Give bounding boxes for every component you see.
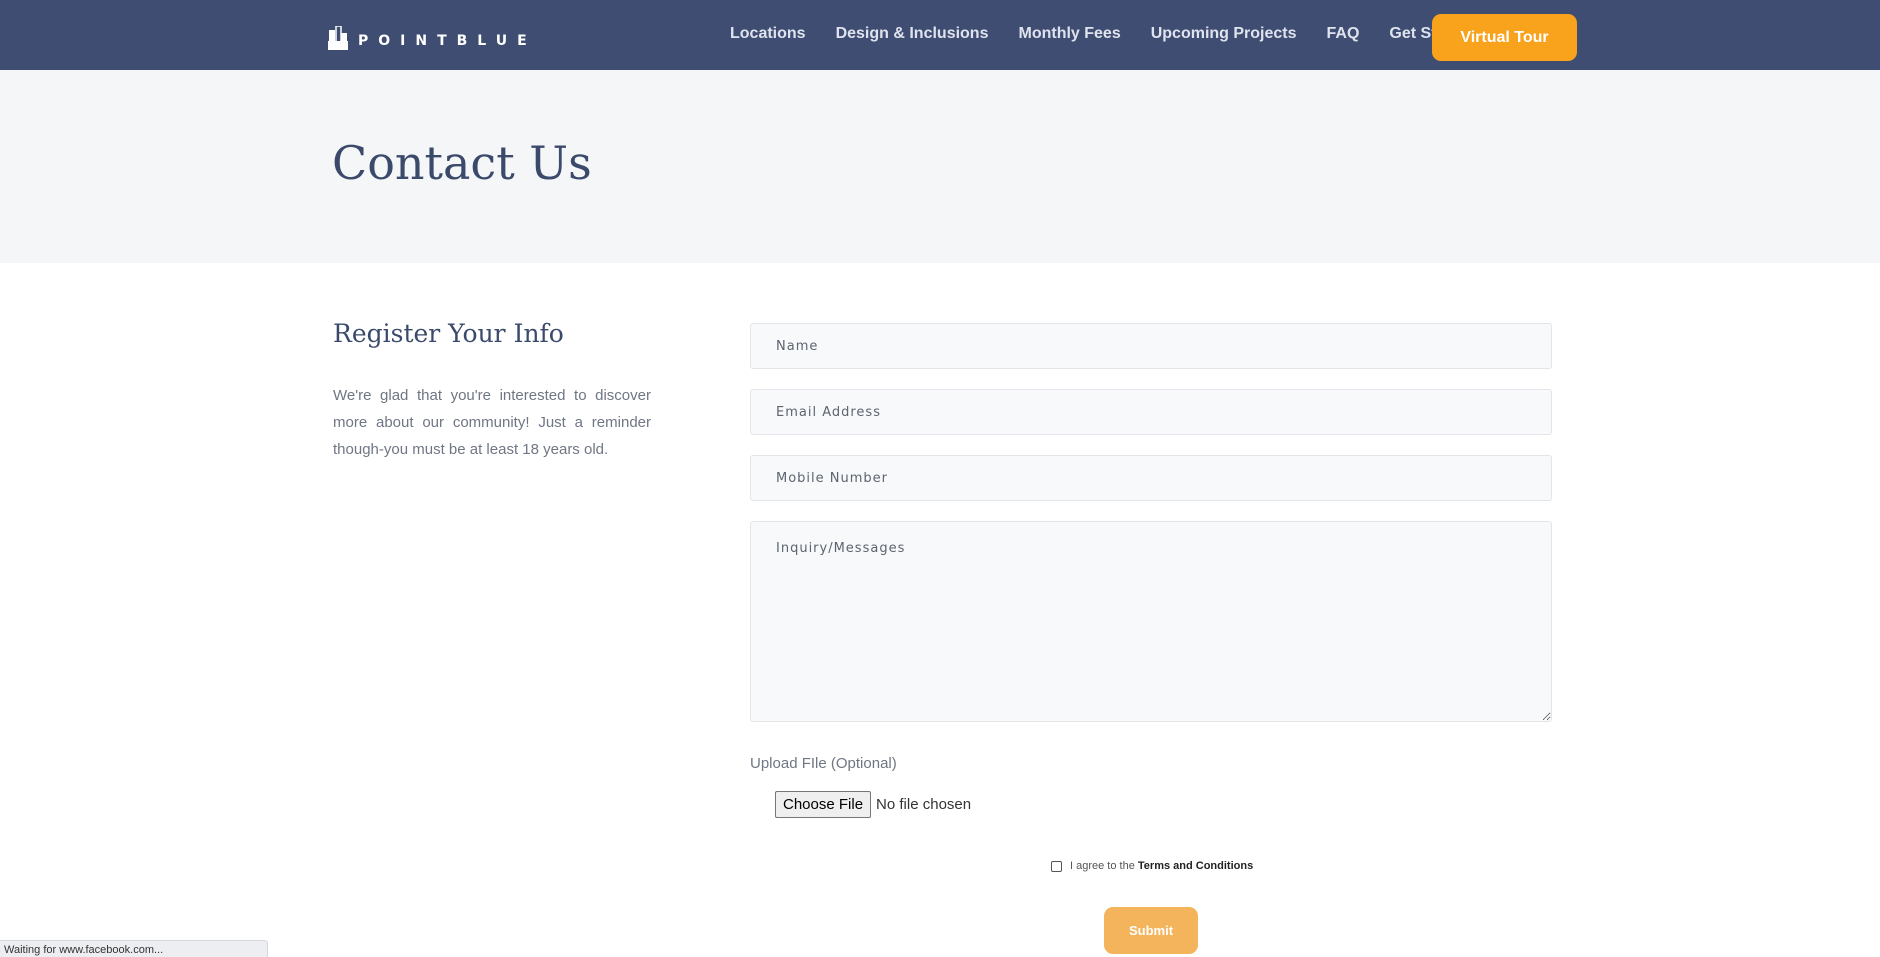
page-hero: Contact Us bbox=[0, 70, 1880, 263]
register-description: We're glad that you're interested to dis… bbox=[333, 387, 651, 458]
terms-link[interactable]: Terms and Conditions bbox=[1138, 860, 1253, 872]
nav-link-design-inclusions[interactable]: Design & Inclusions bbox=[836, 25, 989, 43]
nav-menu: Locations Design & Inclusions Monthly Fe… bbox=[730, 0, 1476, 70]
logo-text: POINTBLUE bbox=[358, 33, 537, 49]
upload-label: Upload FIle (Optional) bbox=[750, 755, 897, 772]
message-field[interactable] bbox=[750, 521, 1552, 722]
site-logo[interactable]: POINTBLUE bbox=[328, 22, 537, 50]
page-title: Contact Us bbox=[332, 136, 592, 190]
nav-link-upcoming-projects[interactable]: Upcoming Projects bbox=[1151, 25, 1297, 43]
file-status: No file chosen bbox=[876, 796, 972, 813]
building-logo-icon bbox=[328, 26, 348, 50]
mobile-field[interactable] bbox=[750, 455, 1552, 501]
name-field[interactable] bbox=[750, 323, 1552, 369]
email-field[interactable] bbox=[750, 389, 1552, 435]
terms-prefix: I agree to the bbox=[1070, 860, 1138, 872]
register-heading: Register Your Info bbox=[333, 319, 564, 348]
file-upload: Choose File No file chosen bbox=[775, 791, 971, 818]
terms-row: I agree to the Terms and Conditions bbox=[1051, 858, 1253, 874]
nav-link-faq[interactable]: FAQ bbox=[1327, 25, 1360, 43]
top-navbar: POINTBLUE Locations Design & Inclusions … bbox=[0, 0, 1880, 70]
nav-link-locations[interactable]: Locations bbox=[730, 25, 806, 43]
submit-button[interactable]: Submit bbox=[1104, 907, 1198, 954]
virtual-tour-button[interactable]: Virtual Tour bbox=[1432, 14, 1577, 61]
choose-file-button[interactable]: Choose File bbox=[775, 791, 872, 818]
browser-status-bar: Waiting for www.facebook.com... bbox=[0, 940, 268, 957]
terms-checkbox[interactable] bbox=[1051, 860, 1062, 872]
nav-link-monthly-fees[interactable]: Monthly Fees bbox=[1018, 25, 1120, 43]
terms-text: I agree to the Terms and Conditions bbox=[1070, 860, 1253, 872]
